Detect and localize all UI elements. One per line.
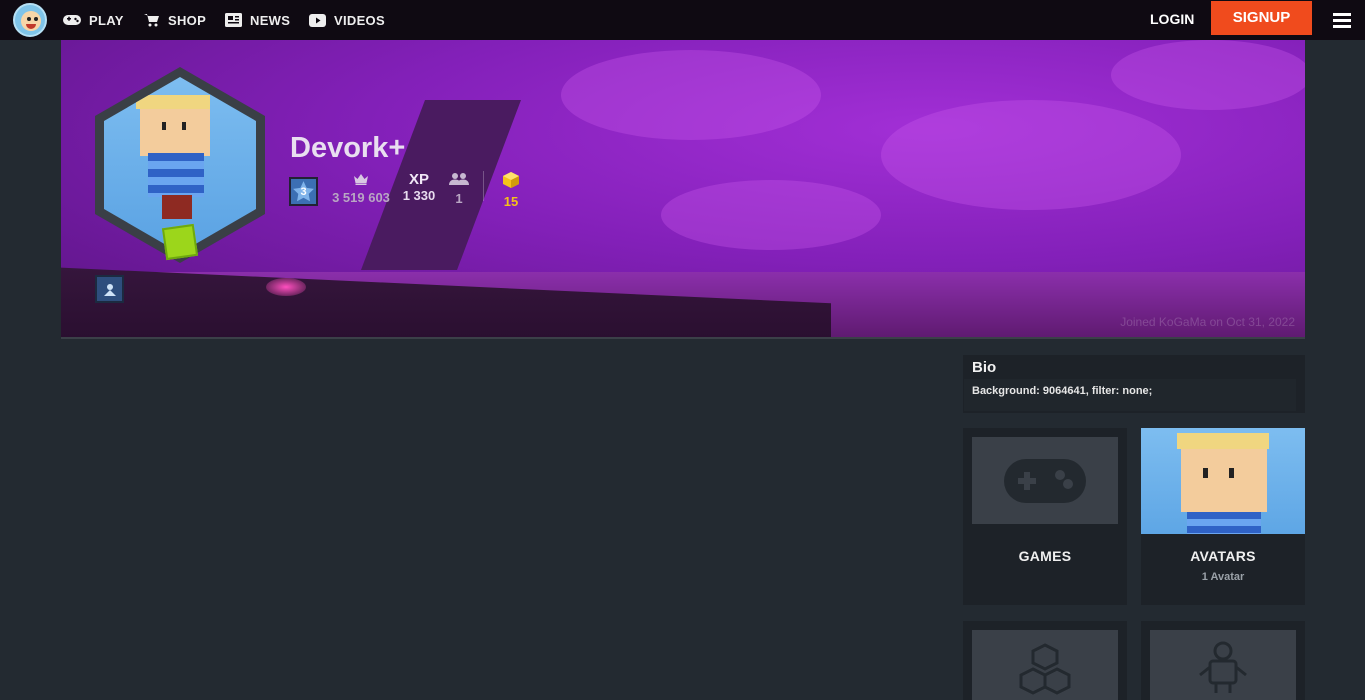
level-badge: 3: [289, 177, 318, 206]
cart-icon: [144, 14, 159, 27]
xp-value: 1 330: [402, 188, 436, 203]
nav-play[interactable]: PLAY: [63, 0, 124, 40]
games-card[interactable]: GAMES: [963, 428, 1127, 605]
top-navbar: PLAY SHOP NEWS VIDEOS LOGIN SIGNUP: [0, 0, 1365, 40]
xp-label: XP: [408, 171, 429, 188]
friends-icon: [449, 173, 469, 185]
models-thumbnail: [972, 630, 1118, 700]
signup-button[interactable]: SIGNUP: [1211, 1, 1312, 35]
creations-thumbnail: [1150, 630, 1296, 700]
avatars-count: 1 Avatar: [1201, 571, 1245, 583]
avatars-thumbnail: [1141, 428, 1305, 534]
friends-stat: 1: [448, 172, 470, 206]
kogama-logo-icon[interactable]: [13, 3, 47, 37]
rank-stat: 3 519 603: [331, 172, 391, 205]
level-value: 3: [300, 185, 307, 198]
avatars-card[interactable]: AVATARS 1 Avatar: [1141, 428, 1305, 605]
nav-news-label: NEWS: [250, 12, 291, 28]
robot-icon: [1199, 641, 1247, 693]
gamepad-icon: [63, 15, 81, 25]
creations-card[interactable]: [1141, 621, 1305, 700]
friends-value: 1: [455, 191, 463, 206]
gold-stat: 15: [499, 171, 523, 209]
gold-cube-icon: [503, 172, 519, 188]
games-title: GAMES: [1018, 548, 1072, 564]
username: Devork+: [290, 132, 406, 164]
youtube-icon: [309, 13, 326, 27]
nav-shop[interactable]: SHOP: [144, 0, 206, 40]
bio-panel: Bio Background: 9064641, filter: none;: [963, 355, 1305, 413]
nav-play-label: PLAY: [89, 12, 124, 28]
avatars-title: AVATARS: [1190, 548, 1256, 564]
nav-videos-label: VIDEOS: [334, 12, 385, 28]
rank-value: 3 519 603: [332, 190, 390, 205]
xp-stat: XP 1 330: [400, 171, 438, 204]
gold-value: 15: [503, 194, 519, 209]
nav-shop-label: SHOP: [168, 12, 207, 28]
joined-date: Joined KoGaMa on Oct 31, 2022: [1120, 315, 1295, 329]
menu-icon[interactable]: [1333, 13, 1351, 28]
bio-text: Background: 9064641, filter: none;: [972, 385, 1153, 397]
nav-news[interactable]: NEWS: [225, 0, 290, 40]
stats-divider: [483, 171, 484, 201]
gamepad-icon: [1004, 458, 1086, 503]
nav-videos[interactable]: VIDEOS: [309, 0, 385, 40]
bio-title: Bio: [972, 359, 997, 376]
crown-icon: [354, 174, 368, 185]
gold-cube-badge-icon: [161, 223, 199, 261]
cubes-icon: [1019, 643, 1071, 695]
games-thumbnail: [972, 437, 1118, 524]
achievement-badge-icon[interactable]: [95, 275, 124, 303]
models-card[interactable]: [963, 621, 1127, 700]
newspaper-icon: [225, 13, 242, 27]
login-link[interactable]: LOGIN: [1150, 0, 1194, 40]
